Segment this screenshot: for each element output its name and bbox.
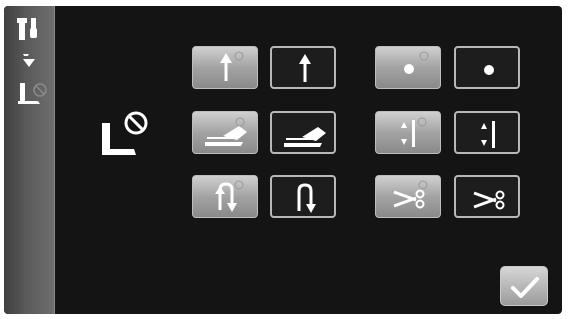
dot-option-off[interactable] xyxy=(454,46,520,89)
pedal-option-on[interactable] xyxy=(192,111,258,154)
tools-icon[interactable] xyxy=(14,16,44,56)
foot-up-option-on[interactable] xyxy=(192,46,258,89)
presser-foot-up-icon xyxy=(220,51,244,81)
needle-option-off[interactable] xyxy=(454,111,520,154)
needle-up-down-icon xyxy=(481,121,495,148)
dot-icon xyxy=(404,51,429,74)
foot-up-stop-option-on[interactable] xyxy=(192,175,258,218)
presser-foot-disabled-icon xyxy=(102,111,148,155)
foot-up-stop-option-off[interactable] xyxy=(270,175,336,218)
presser-foot-up-icon xyxy=(299,54,311,82)
presser-foot-up-after-stop-icon xyxy=(297,183,316,213)
checkmark-icon xyxy=(511,277,539,298)
pedal-option-off[interactable] xyxy=(270,111,336,154)
down-arrow-icon xyxy=(23,59,35,67)
cut-option-off[interactable] xyxy=(454,175,520,218)
cut-option-on[interactable] xyxy=(375,175,441,218)
presser-foot-icon[interactable] xyxy=(12,80,52,110)
thread-cut-icon xyxy=(393,180,428,209)
dot-option-on[interactable] xyxy=(375,46,441,89)
sidebar xyxy=(4,6,55,314)
presser-foot-up-after-stop-icon xyxy=(215,180,244,212)
confirm-button[interactable] xyxy=(500,266,548,306)
foot-up-option-off[interactable] xyxy=(270,46,336,89)
dot-icon xyxy=(484,65,494,75)
presser-foot-pedal-icon xyxy=(205,117,247,146)
needle-option-on[interactable] xyxy=(375,111,441,154)
presser-foot-pedal-icon xyxy=(284,127,326,147)
thread-cut-icon xyxy=(473,190,505,210)
needle-up-down-icon xyxy=(401,117,427,147)
